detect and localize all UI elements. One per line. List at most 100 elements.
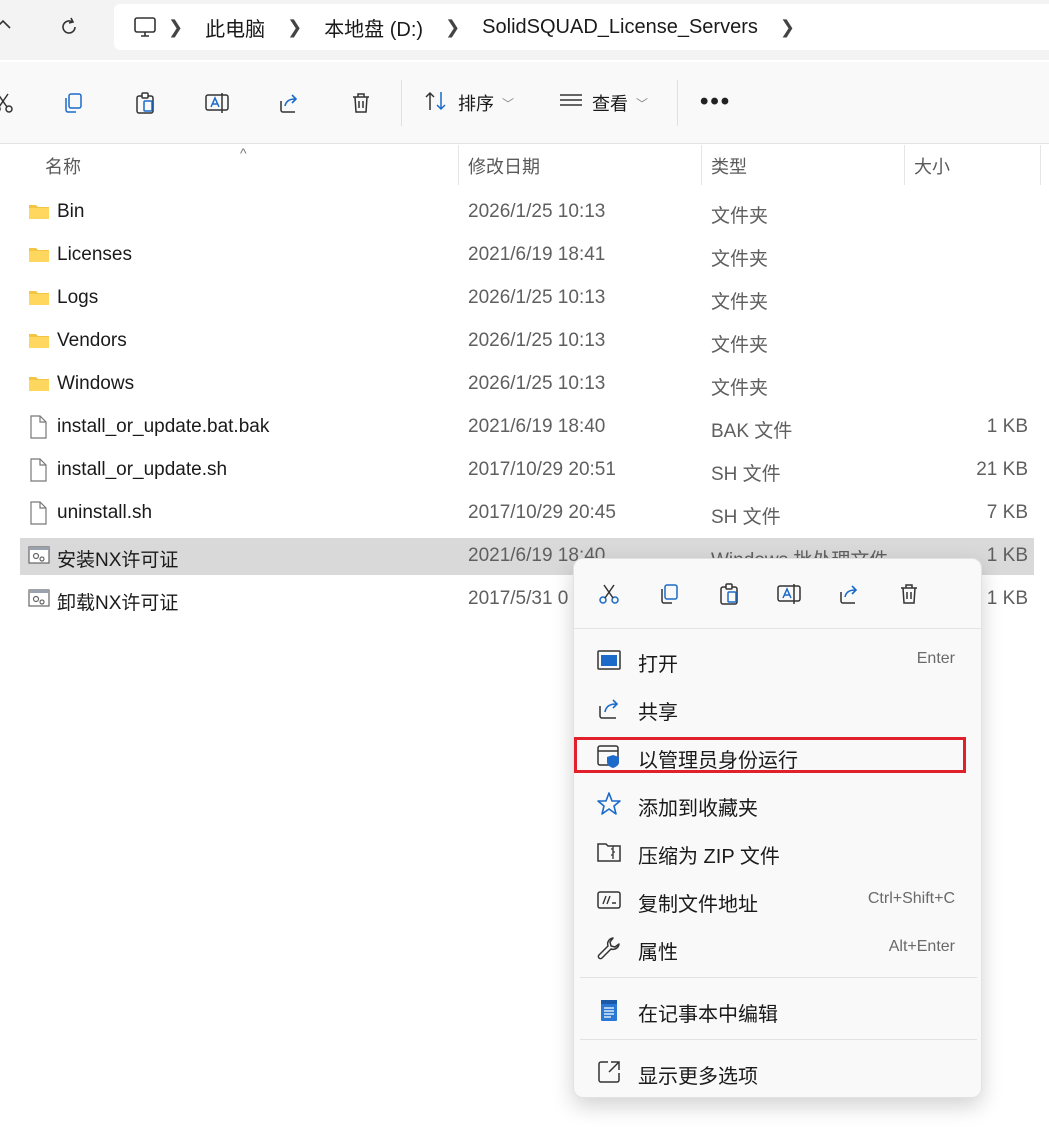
menu-item-open[interactable]: 打开 Enter	[580, 637, 977, 681]
share-icon[interactable]	[832, 577, 866, 611]
column-divider[interactable]	[1040, 145, 1041, 185]
context-menu: 打开 Enter 共享 以管理员身份运行 添加到收藏夹 压缩为 ZIP 文件 复…	[573, 558, 983, 1098]
file-type: 文件夹	[711, 378, 769, 399]
file-type: SH 文件	[711, 464, 781, 485]
menu-divider	[580, 1039, 977, 1040]
file-size: 21 KB	[976, 459, 1028, 480]
view-button[interactable]: 查看 ﹀	[558, 88, 648, 118]
paste-icon[interactable]	[128, 86, 162, 120]
column-header-type[interactable]: 类型	[711, 153, 747, 179]
file-date: 2017/5/31 0	[468, 588, 569, 609]
file-size: 7 KB	[986, 502, 1028, 523]
rename-icon[interactable]	[772, 577, 806, 611]
batch-file-icon	[28, 544, 50, 568]
menu-item-properties[interactable]: 属性 Alt+Enter	[580, 925, 977, 969]
copy-path-icon	[596, 887, 622, 913]
delete-icon[interactable]	[344, 86, 378, 120]
column-header-name[interactable]: 名称	[45, 153, 81, 179]
notepad-icon	[596, 997, 622, 1023]
file-row[interactable]: Windows 2026/1/25 10:13 文件夹	[20, 366, 1034, 403]
menu-item-add-to-favorites[interactable]: 添加到收藏夹	[580, 781, 977, 825]
document-icon	[28, 415, 50, 439]
breadcrumb-chevron-icon[interactable]: ❯	[441, 17, 464, 38]
view-label: 查看	[592, 94, 628, 114]
toolbar-divider	[677, 80, 678, 126]
column-header-date[interactable]: 修改日期	[468, 153, 540, 179]
column-header-row: ^ 名称 修改日期 类型 大小	[0, 145, 1049, 187]
breadcrumb-chevron-icon[interactable]: ❯	[776, 17, 799, 38]
show-more-icon	[596, 1059, 622, 1085]
view-icon	[558, 90, 584, 117]
file-row[interactable]: Vendors 2026/1/25 10:13 文件夹	[20, 323, 1034, 360]
menu-item-share[interactable]: 共享	[580, 685, 977, 729]
file-date: 2021/6/19 18:40	[468, 416, 606, 437]
file-type: 文件夹	[711, 206, 769, 227]
file-type: SH 文件	[711, 507, 781, 528]
star-icon	[596, 791, 622, 817]
copy-icon[interactable]	[56, 86, 90, 120]
file-name: Bin	[57, 201, 85, 222]
file-size: 1 KB	[986, 588, 1028, 609]
file-row[interactable]: install_or_update.sh 2017/10/29 20:51 SH…	[20, 452, 1034, 489]
column-divider[interactable]	[904, 145, 905, 185]
address-input[interactable]: ❯ 此电脑 ❯ 本地盘 (D:) ❯ SolidSQUAD_License_Se…	[114, 4, 1049, 50]
folder-icon	[28, 243, 50, 267]
rename-icon[interactable]	[200, 86, 234, 120]
sort-ascending-icon: ^	[240, 145, 247, 161]
address-bar-region: ❯ 此电脑 ❯ 本地盘 (D:) ❯ SolidSQUAD_License_Se…	[0, 0, 1049, 60]
file-row[interactable]: install_or_update.bat.bak 2021/6/19 18:4…	[20, 409, 1034, 446]
file-name: Windows	[57, 373, 135, 394]
cut-icon[interactable]	[0, 86, 20, 120]
breadcrumb-drive-d[interactable]: 本地盘 (D:)	[306, 13, 441, 42]
refresh-icon[interactable]	[52, 10, 86, 44]
file-row[interactable]: uninstall.sh 2017/10/29 20:45 SH 文件 7 KB	[20, 495, 1034, 532]
menu-item-copy-path[interactable]: 复制文件地址 Ctrl+Shift+C	[580, 877, 977, 921]
file-type: 文件夹	[711, 292, 769, 313]
file-date: 2026/1/25 10:13	[468, 287, 606, 308]
computer-icon[interactable]	[132, 15, 158, 39]
breadcrumb-current-folder[interactable]: SolidSQUAD_License_Servers	[464, 16, 776, 39]
file-name: 卸载NX许可证	[57, 593, 179, 614]
file-date: 2021/6/19 18:41	[468, 244, 606, 265]
file-size: 1 KB	[986, 545, 1028, 566]
paste-icon[interactable]	[712, 577, 746, 611]
folder-icon	[28, 329, 50, 353]
menu-divider	[580, 977, 977, 978]
up-chevron-icon[interactable]	[0, 8, 20, 42]
shortcut-label: Ctrl+Shift+C	[867, 890, 955, 907]
file-size: 1 KB	[986, 416, 1028, 437]
open-window-icon	[596, 647, 622, 673]
menu-item-compress-zip[interactable]: 压缩为 ZIP 文件	[580, 829, 977, 873]
share-icon	[596, 695, 622, 721]
delete-icon[interactable]	[892, 577, 926, 611]
share-icon[interactable]	[272, 86, 306, 120]
file-type: 文件夹	[711, 249, 769, 270]
chevron-down-icon: ﹀	[502, 96, 515, 111]
file-type: 文件夹	[711, 335, 769, 356]
menu-item-show-more-options[interactable]: 显示更多选项	[580, 1049, 977, 1093]
copy-icon[interactable]	[652, 577, 686, 611]
document-icon	[28, 501, 50, 525]
wrench-icon	[596, 935, 622, 961]
file-name: install_or_update.bat.bak	[57, 416, 270, 437]
column-header-size[interactable]: 大小	[914, 153, 950, 179]
cut-icon[interactable]	[592, 577, 626, 611]
file-row[interactable]: Logs 2026/1/25 10:13 文件夹	[20, 280, 1034, 317]
file-name: install_or_update.sh	[57, 459, 228, 480]
more-options-button[interactable]: •••	[700, 88, 731, 116]
column-divider[interactable]	[458, 145, 459, 185]
column-divider[interactable]	[701, 145, 702, 185]
highlight-box	[574, 737, 966, 773]
file-row[interactable]: Bin 2026/1/25 10:13 文件夹	[20, 194, 1034, 231]
breadcrumb-chevron-icon[interactable]: ❯	[283, 17, 306, 38]
sort-button[interactable]: 排序 ﹀	[424, 88, 514, 118]
shortcut-label: Enter	[916, 650, 955, 667]
file-date: 2017/10/29 20:51	[468, 459, 616, 480]
document-icon	[28, 458, 50, 482]
breadcrumb-this-pc[interactable]: 此电脑	[187, 13, 283, 42]
file-row[interactable]: Licenses 2021/6/19 18:41 文件夹	[20, 237, 1034, 274]
file-date: 2026/1/25 10:13	[468, 373, 606, 394]
menu-item-edit-in-notepad[interactable]: 在记事本中编辑	[580, 987, 977, 1031]
command-bar: 排序 ﹀ 查看 ﹀ •••	[0, 62, 1049, 144]
breadcrumb-chevron-icon[interactable]: ❯	[164, 17, 187, 38]
